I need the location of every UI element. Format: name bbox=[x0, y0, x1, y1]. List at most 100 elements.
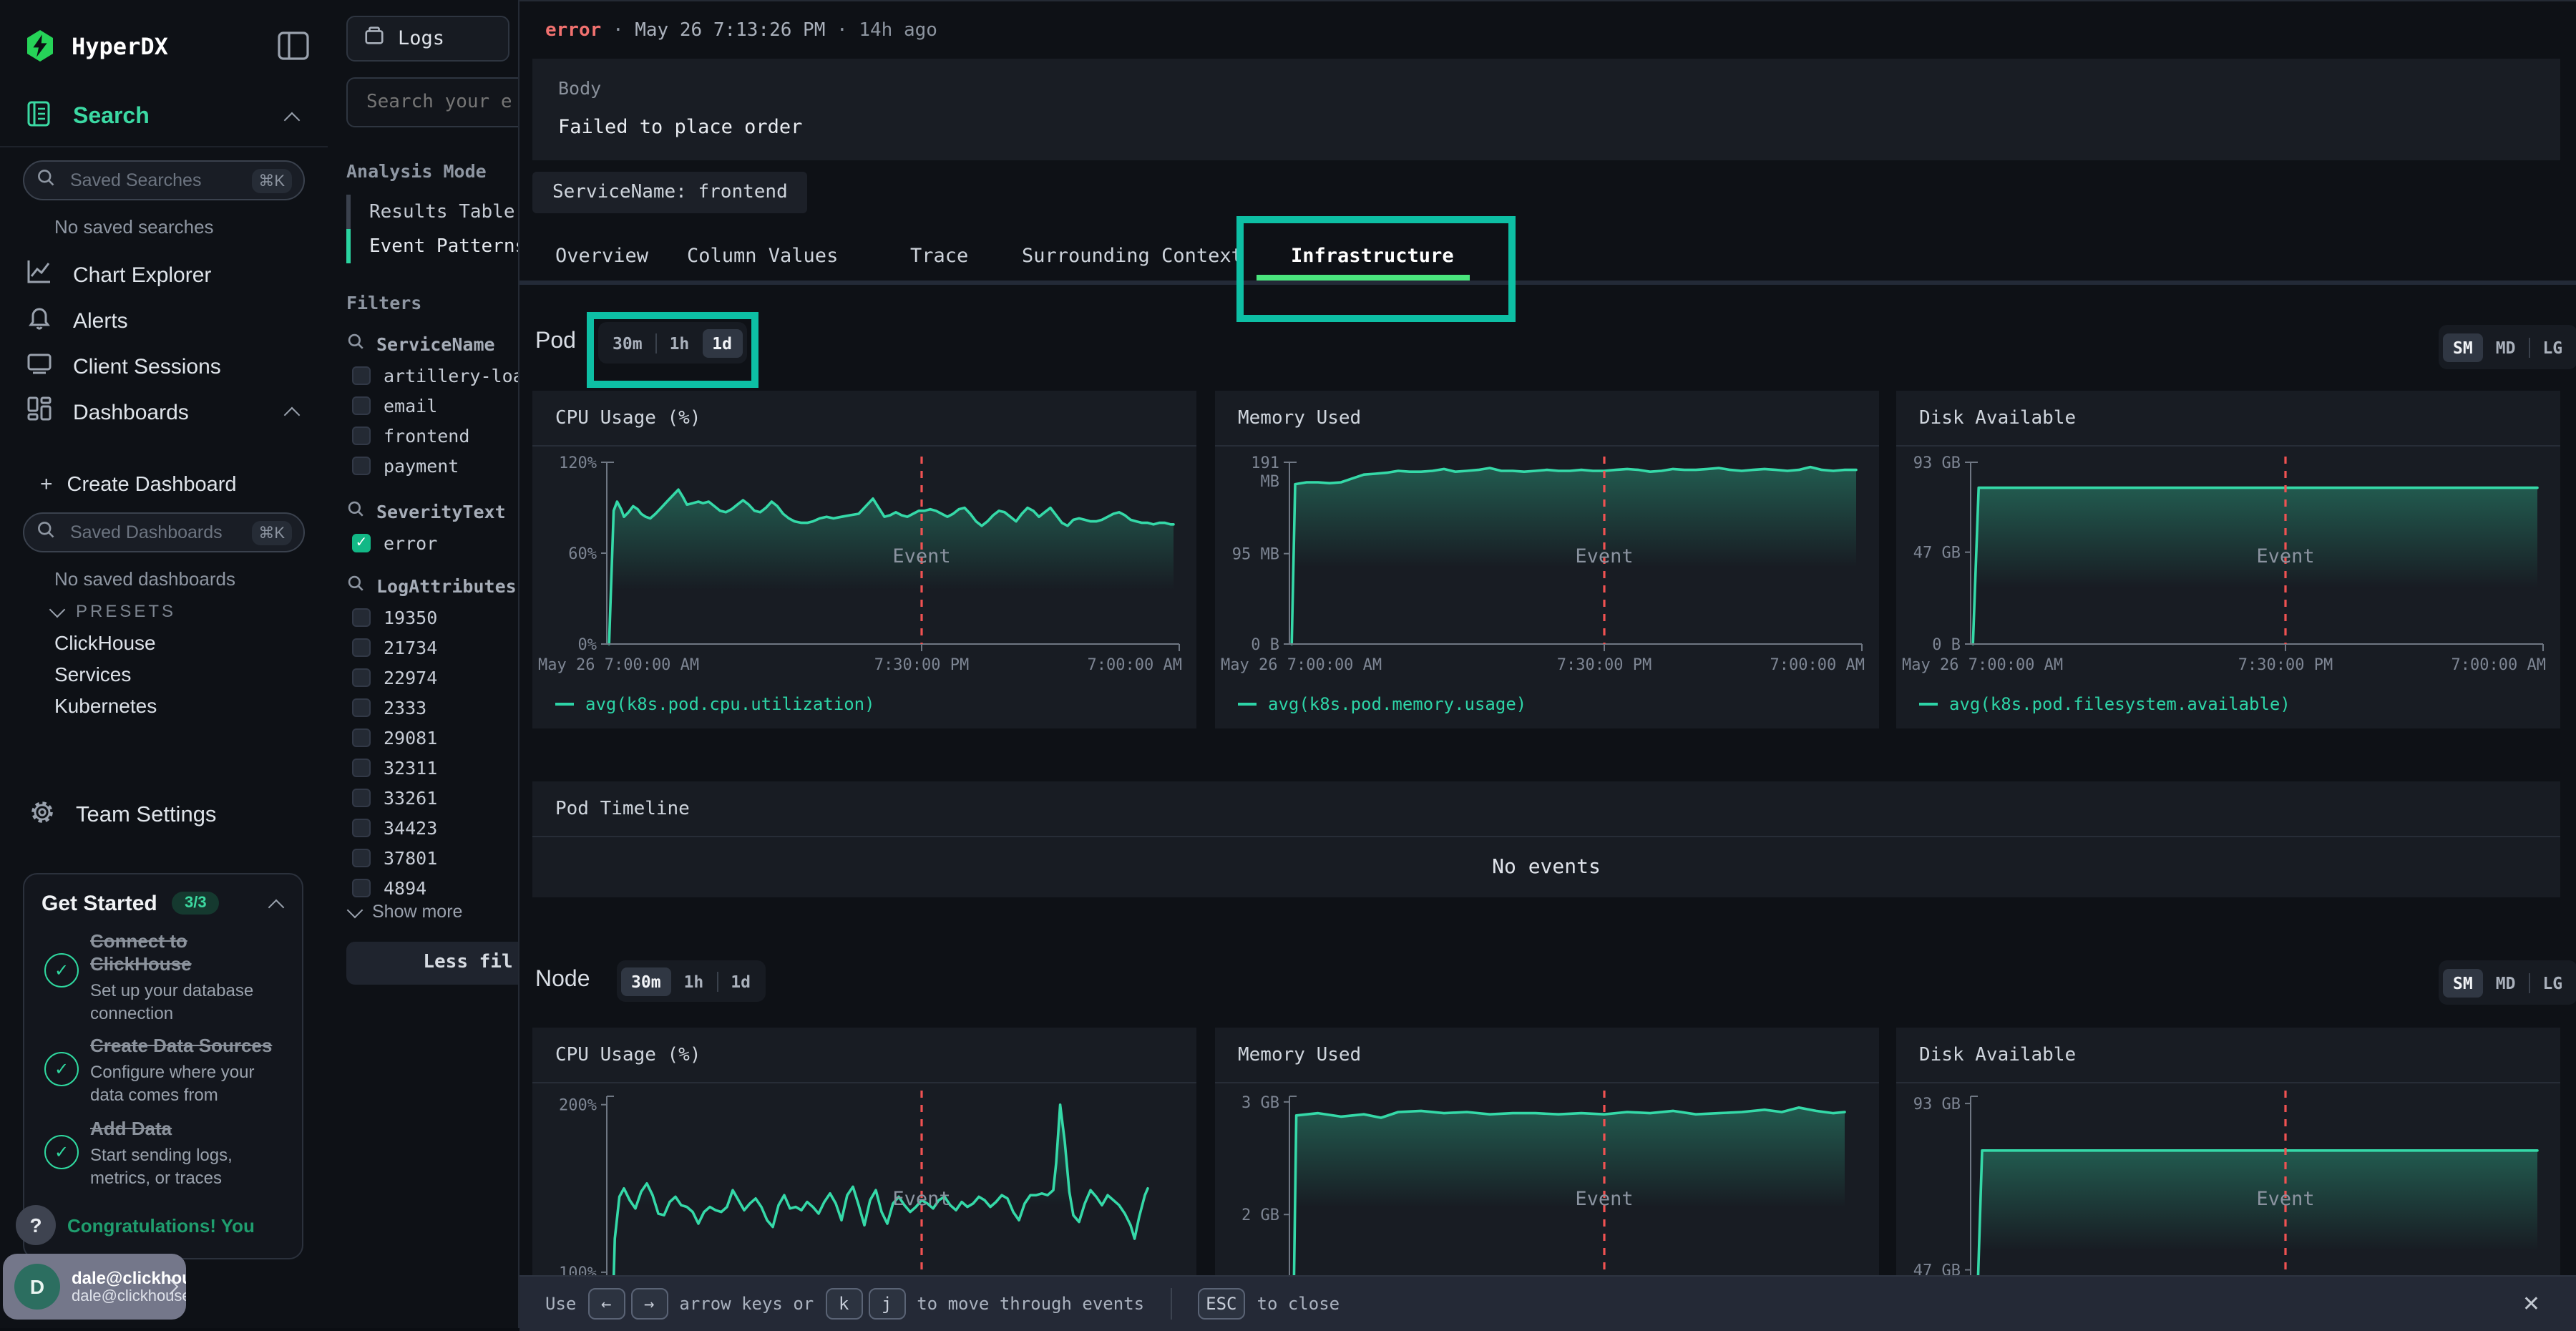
svg-text:Event: Event bbox=[2256, 1188, 2314, 1210]
checkbox-icon[interactable] bbox=[352, 758, 371, 776]
chart-legend: avg(k8s.pod.filesystem.available) bbox=[1919, 694, 2290, 714]
filter-option[interactable]: 2333 bbox=[352, 694, 426, 720]
saved-dashboards-field[interactable] bbox=[67, 521, 230, 544]
tab-overview[interactable]: Overview bbox=[555, 245, 648, 268]
service-name-chip[interactable]: ServiceName: frontend bbox=[532, 172, 808, 213]
task-title[interactable]: ClickHouse bbox=[90, 953, 192, 976]
filter-option[interactable]: 19350 bbox=[352, 604, 437, 630]
tab-infrastructure[interactable]: Infrastructure bbox=[1291, 245, 1454, 268]
node-memory-card: Memory Used 3 GB2 GBEvent bbox=[1215, 1028, 1879, 1275]
saved-searches-input[interactable]: ⌘K bbox=[23, 160, 305, 200]
node-size-md[interactable]: MD bbox=[2486, 968, 2526, 997]
checkbox-icon[interactable] bbox=[352, 728, 371, 746]
filter-option[interactable]: 33261 bbox=[352, 784, 437, 810]
tab-trace[interactable]: Trace bbox=[910, 245, 968, 268]
node-range-selector: 30m 1h 1d bbox=[617, 960, 765, 1002]
arrow-left-key[interactable]: ← bbox=[587, 1288, 625, 1320]
filter-option[interactable]: 32311 bbox=[352, 754, 437, 780]
arrow-right-key[interactable]: → bbox=[630, 1288, 668, 1320]
sidebar-item-client-sessions[interactable]: Client Sessions bbox=[26, 349, 221, 384]
filter-option[interactable]: artillery-loa bbox=[352, 362, 518, 388]
k-key[interactable]: k bbox=[825, 1288, 862, 1320]
filter-option[interactable]: 29081 bbox=[352, 724, 437, 750]
checkbox-icon[interactable] bbox=[352, 456, 371, 474]
filter-group-servicename[interactable]: ServiceName bbox=[346, 332, 495, 355]
svg-text:Event: Event bbox=[2256, 545, 2314, 567]
filter-option[interactable]: 4894 bbox=[352, 874, 426, 900]
checkbox-icon[interactable] bbox=[352, 426, 371, 444]
pod-range-1h[interactable]: 1h bbox=[660, 328, 700, 357]
pod-size-sm[interactable]: SM bbox=[2443, 333, 2483, 361]
checkbox-icon[interactable] bbox=[352, 608, 371, 626]
saved-dashboards-input[interactable]: ⌘K bbox=[23, 512, 305, 552]
node-range-1h[interactable]: 1h bbox=[674, 967, 714, 995]
node-size-lg[interactable]: LG bbox=[2532, 968, 2572, 997]
get-started-collapse-chevron-icon[interactable] bbox=[268, 899, 285, 916]
presets-toggle[interactable]: PRESETS bbox=[52, 601, 176, 621]
checkbox-icon[interactable] bbox=[352, 668, 371, 686]
svg-text:7:30:00 PM: 7:30:00 PM bbox=[2238, 656, 2333, 674]
tab-surrounding-context[interactable]: Surrounding Context bbox=[1022, 245, 1243, 268]
filter-group-severitytext[interactable]: SeverityText bbox=[346, 499, 506, 522]
checkbox-icon[interactable] bbox=[352, 878, 371, 897]
preset-kubernetes[interactable]: Kubernetes bbox=[54, 694, 157, 717]
checkbox-icon[interactable] bbox=[352, 818, 371, 837]
preset-services[interactable]: Services bbox=[54, 663, 131, 686]
j-key[interactable]: j bbox=[868, 1288, 905, 1320]
sidebar-item-search[interactable]: Search bbox=[26, 100, 150, 135]
filter-option[interactable]: 34423 bbox=[352, 814, 437, 840]
create-dashboard-button[interactable]: + Create Dashboard bbox=[40, 472, 237, 497]
checkbox-icon[interactable] bbox=[352, 396, 371, 414]
pod-size-lg[interactable]: LG bbox=[2532, 333, 2572, 361]
chart-card-header: Disk Available bbox=[1896, 391, 2560, 447]
pod-range-30m[interactable]: 30m bbox=[602, 328, 653, 357]
filter-option[interactable]: 22974 bbox=[352, 664, 437, 690]
legend-line-icon bbox=[1919, 703, 1938, 706]
filter-option[interactable]: 37801 bbox=[352, 844, 437, 870]
checkbox-checked-icon[interactable]: ✓ bbox=[352, 533, 371, 552]
user-account-chip[interactable]: D dale@clickhouse.com dale@clickhouse.co… bbox=[3, 1254, 186, 1320]
pod-size-selector: SM MD LG bbox=[2439, 325, 2576, 369]
checkbox-icon[interactable] bbox=[352, 698, 371, 716]
pod-size-md[interactable]: MD bbox=[2486, 333, 2526, 361]
task-title[interactable]: Add Data bbox=[90, 1118, 172, 1141]
filter-option-checked[interactable]: ✓error bbox=[352, 530, 437, 555]
saved-searches-field[interactable] bbox=[67, 169, 230, 192]
task-title[interactable]: Connect to bbox=[90, 930, 187, 953]
filter-option[interactable]: email bbox=[352, 392, 437, 418]
node-size-sm[interactable]: SM bbox=[2443, 968, 2483, 997]
show-more-toggle[interactable]: Show more bbox=[349, 902, 462, 922]
checkbox-icon[interactable] bbox=[352, 366, 371, 384]
filter-group-logattributes[interactable]: LogAttributes bbox=[346, 574, 517, 597]
help-button[interactable]: ? bbox=[16, 1205, 56, 1245]
search-collapse-chevron-icon[interactable] bbox=[284, 112, 301, 129]
close-icon[interactable]: ✕ bbox=[2522, 1291, 2540, 1317]
preset-clickhouse[interactable]: ClickHouse bbox=[54, 631, 156, 654]
checkbox-icon[interactable] bbox=[352, 848, 371, 867]
mode-event-patterns[interactable]: Event Patterns bbox=[346, 229, 518, 263]
filter-option[interactable]: payment bbox=[352, 452, 459, 478]
less-filters-button[interactable]: Less fil bbox=[346, 942, 518, 985]
filter-option[interactable]: 21734 bbox=[352, 634, 437, 660]
sidebar-item-dashboards[interactable]: Dashboards bbox=[26, 395, 189, 429]
dashboards-collapse-chevron-icon[interactable] bbox=[284, 407, 301, 424]
logo[interactable]: HyperDX bbox=[23, 29, 168, 63]
collapse-sidebar-icon[interactable] bbox=[278, 31, 309, 67]
esc-key[interactable]: ESC bbox=[1197, 1288, 1245, 1320]
source-selector[interactable]: Logs bbox=[346, 16, 509, 62]
annotation-highlight-infrastructure-tab bbox=[1236, 216, 1516, 322]
task-title[interactable]: Create Data Sources bbox=[90, 1035, 272, 1058]
sidebar-item-team-settings[interactable]: Team Settings bbox=[29, 799, 216, 833]
checkbox-icon[interactable] bbox=[352, 788, 371, 806]
sidebar-item-chart-explorer[interactable]: Chart Explorer bbox=[26, 258, 211, 292]
pod-range-1d[interactable]: 1d bbox=[702, 328, 742, 357]
filter-option-label: 2333 bbox=[384, 696, 426, 718]
tab-column-values[interactable]: Column Values bbox=[687, 245, 838, 268]
checkbox-icon[interactable] bbox=[352, 638, 371, 656]
event-search-input[interactable] bbox=[346, 77, 518, 127]
mode-results-table[interactable]: Results Table bbox=[346, 195, 515, 229]
node-range-1d[interactable]: 1d bbox=[721, 967, 761, 995]
filter-option[interactable]: frontend bbox=[352, 422, 469, 448]
node-range-30m[interactable]: 30m bbox=[621, 967, 671, 995]
sidebar-item-alerts[interactable]: Alerts bbox=[26, 303, 128, 338]
